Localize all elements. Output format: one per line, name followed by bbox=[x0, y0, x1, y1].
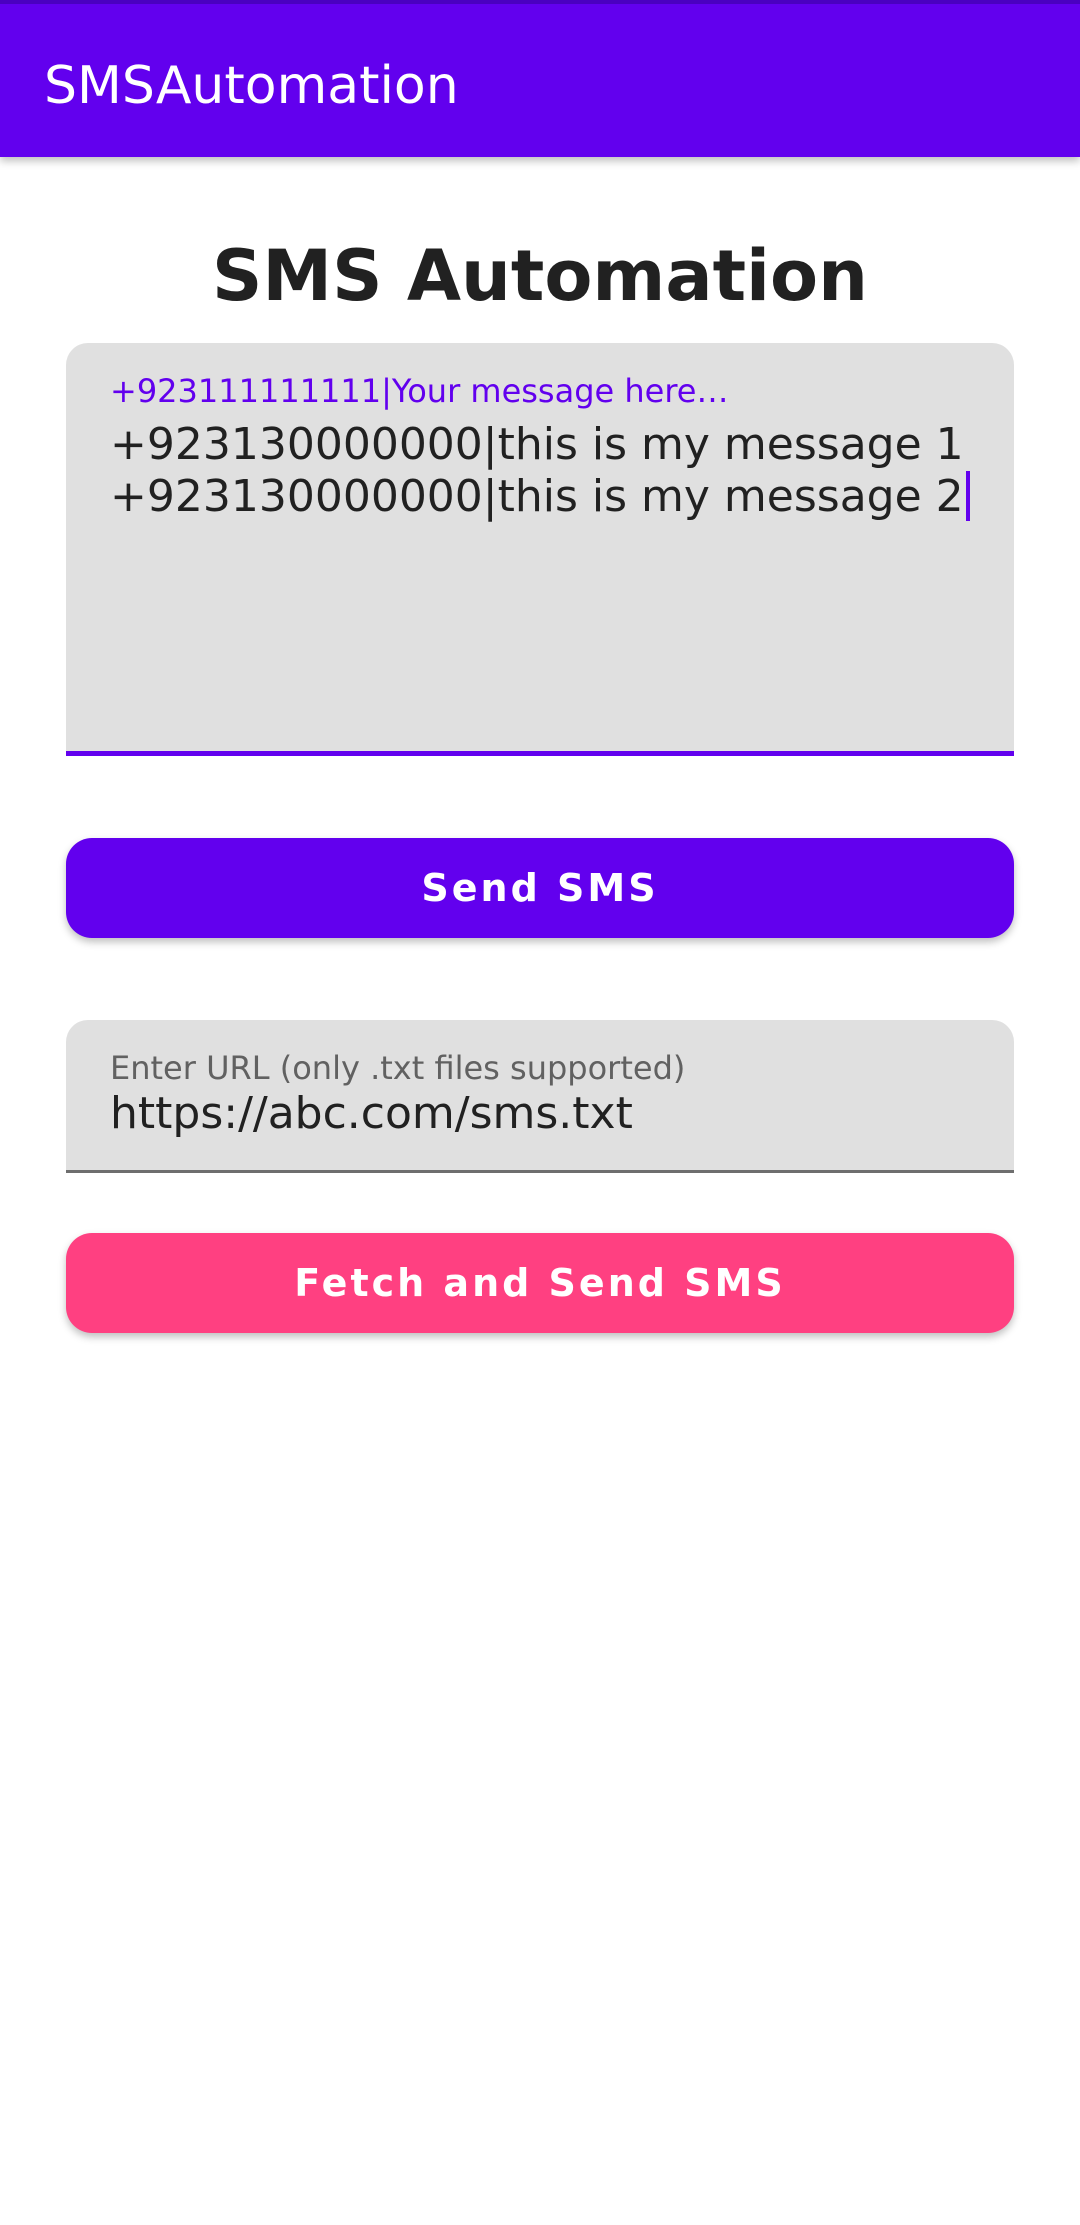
send-sms-button[interactable]: Send SMS bbox=[66, 838, 1014, 938]
messages-input-value[interactable]: +923130000000|this is my message 1 +9231… bbox=[110, 419, 974, 523]
messages-input-label: +923111111111|Your message here… bbox=[110, 372, 729, 410]
app-bar-title: SMSAutomation bbox=[44, 56, 459, 116]
page-title: SMS Automation bbox=[212, 235, 868, 317]
message-line-1: +923130000000|this is my message 1 bbox=[110, 419, 964, 470]
url-input-label: Enter URL (only .txt files supported) bbox=[110, 1049, 686, 1087]
text-cursor bbox=[965, 471, 970, 521]
app-bar: SMSAutomation bbox=[0, 0, 1080, 157]
messages-input[interactable]: +923111111111|Your message here… +923130… bbox=[66, 343, 1014, 756]
fetch-and-send-sms-button[interactable]: Fetch and Send SMS bbox=[66, 1233, 1014, 1333]
message-line-2: +923130000000|this is my message 2 bbox=[110, 471, 964, 522]
url-input[interactable]: Enter URL (only .txt files supported) ht… bbox=[66, 1020, 1014, 1173]
url-input-value[interactable]: https://abc.com/sms.txt bbox=[110, 1088, 974, 1140]
